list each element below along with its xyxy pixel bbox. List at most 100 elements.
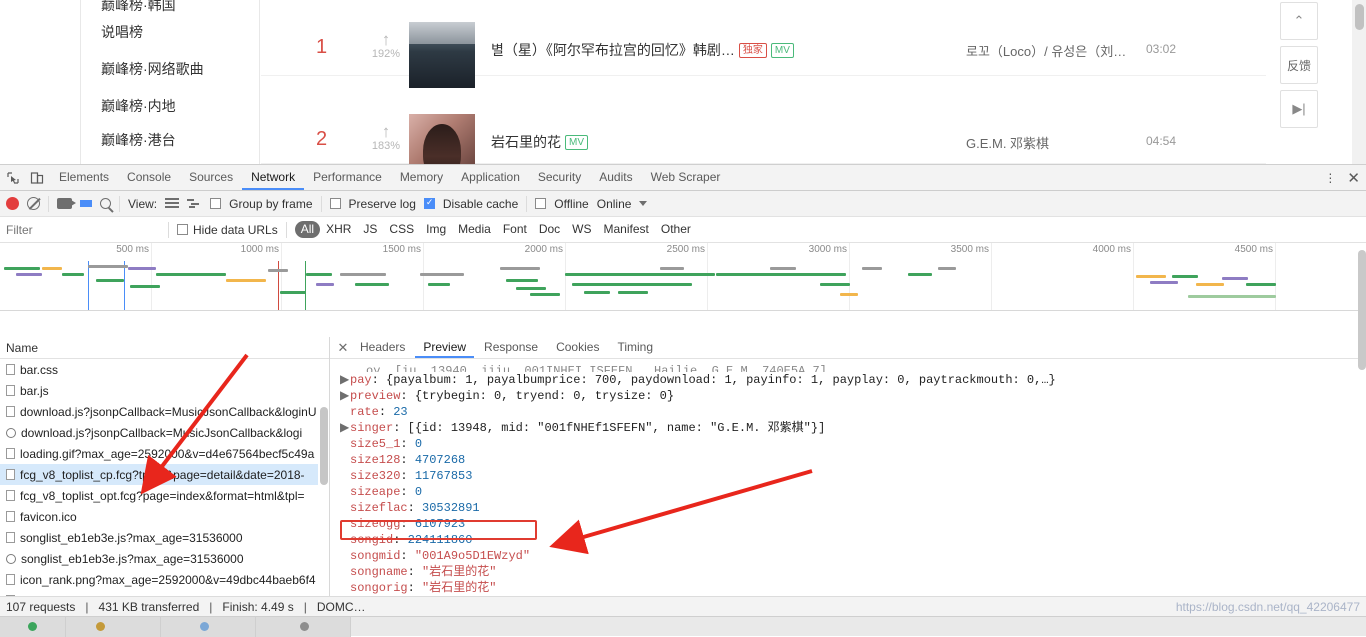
table-row-selected[interactable]: fcg_v8_toplist_cp.fcg?tpl=3&page=detail&…	[0, 464, 329, 485]
type-filter-manifest[interactable]: Manifest	[598, 221, 655, 238]
song-artist[interactable]: 로꼬（Loco）/ 유성은（刘…	[966, 41, 1126, 60]
chevron-down-icon[interactable]	[639, 201, 648, 206]
tab-memory[interactable]: Memory	[391, 165, 452, 190]
clear-icon[interactable]	[27, 197, 40, 210]
sidebar-item-2[interactable]: 巅峰榜·网络歌曲	[81, 51, 259, 88]
disable-cache-checkbox[interactable]	[423, 197, 435, 211]
tab-cookies[interactable]: Cookies	[548, 337, 607, 358]
type-filter-font[interactable]: Font	[497, 221, 533, 238]
page-scrollbar-thumb[interactable]	[1355, 4, 1364, 30]
type-filter-other[interactable]: Other	[655, 221, 697, 238]
hide-data-urls-checkbox[interactable]	[177, 223, 188, 237]
offline-checkbox[interactable]	[535, 197, 547, 211]
page-scrollbar[interactable]	[1352, 0, 1366, 164]
type-filter-media[interactable]: Media	[452, 221, 497, 238]
badge-mv[interactable]: MV	[565, 135, 588, 150]
taskbar-item[interactable]	[66, 617, 161, 637]
chevron-up-icon[interactable]: ⌃	[1280, 2, 1318, 40]
offline-label[interactable]: Offline	[554, 197, 588, 211]
table-row[interactable]: bar.css	[0, 359, 329, 380]
preserve-log-checkbox[interactable]	[329, 197, 341, 211]
song-row[interactable]: 1 ↑ 192% 별（星）《阿尔罕布拉宫的回忆》韩剧… 独家 MV 로꼬（Loco）…	[261, 0, 1266, 88]
song-cover[interactable]	[409, 114, 475, 164]
expand-triangle-icon[interactable]: ▶	[340, 388, 350, 404]
more-options-icon[interactable]: ⋮	[1324, 171, 1337, 185]
table-row[interactable]: favicon.ico	[0, 506, 329, 527]
doc-icon	[6, 385, 15, 396]
tab-preview[interactable]: Preview	[415, 337, 475, 358]
tab-audits[interactable]: Audits	[590, 165, 641, 190]
table-row[interactable]: songlist_eb1eb3e.js?max_age=31536000	[0, 548, 329, 569]
json-line[interactable]: ▶preview: {trybegin: 0, tryend: 0, trysi…	[340, 388, 1366, 404]
type-filter-doc[interactable]: Doc	[533, 221, 566, 238]
song-title[interactable]: 별（星）《阿尔罕布拉宫的回忆》韩剧… 独家 MV	[491, 40, 794, 60]
preserve-log-label[interactable]: Preserve log	[349, 197, 416, 211]
tab-performance[interactable]: Performance	[304, 165, 391, 190]
network-overview[interactable]: 500 ms 1000 ms 1500 ms 2000 ms 2500 ms 3…	[0, 243, 1366, 311]
json-line[interactable]: ▶pay: {payalbum: 1, payalbumprice: 700, …	[340, 372, 1366, 388]
tab-console[interactable]: Console	[118, 165, 180, 190]
waterfall-view-icon[interactable]	[187, 198, 202, 209]
table-row[interactable]: download.js?jsonpCallback=MusicJsonCallb…	[0, 401, 329, 422]
type-filter-css[interactable]: CSS	[383, 221, 420, 238]
tab-application[interactable]: Application	[452, 165, 529, 190]
tab-elements[interactable]: Elements	[50, 165, 118, 190]
song-artist[interactable]: G.E.M. 邓紫棋	[966, 133, 1049, 152]
badge-mv[interactable]: MV	[770, 43, 794, 58]
type-filter-js[interactable]: JS	[357, 221, 383, 238]
sidebar-item-3[interactable]: 巅峰榜·内地	[81, 88, 259, 125]
player-icon[interactable]: ▶|	[1280, 90, 1318, 128]
hide-data-urls-label[interactable]: Hide data URLs	[193, 223, 278, 237]
type-filter-ws[interactable]: WS	[566, 221, 597, 238]
table-row[interactable]: loading.gif?max_age=2592000&v=d4e67564be…	[0, 443, 329, 464]
expand-triangle-icon[interactable]: ▶	[340, 420, 350, 436]
sidebar-item-4[interactable]: 巅峰榜·港台	[81, 125, 259, 147]
filter-icon[interactable]	[80, 200, 92, 207]
type-filter-xhr[interactable]: XHR	[320, 221, 357, 238]
tab-headers[interactable]: Headers	[352, 337, 413, 358]
close-icon[interactable]: ✕	[1347, 169, 1360, 187]
tab-network[interactable]: Network	[242, 165, 305, 190]
song-title[interactable]: 岩石里的花 MV	[491, 132, 588, 152]
taskbar-status-dot	[28, 622, 37, 631]
group-by-frame-label[interactable]: Group by frame	[229, 197, 312, 211]
type-filter-all[interactable]: All	[294, 221, 321, 238]
request-list-scrollbar-thumb[interactable]	[320, 407, 328, 485]
search-icon[interactable]	[100, 198, 111, 209]
tab-security[interactable]: Security	[529, 165, 590, 190]
json-key: pay	[350, 373, 372, 387]
json-line[interactable]: ▶singer: [{id: 13948, mid: "001fNHEf1SFE…	[340, 420, 1366, 436]
type-filter-img[interactable]: Img	[420, 221, 452, 238]
sidebar-item-1[interactable]: 说唱榜	[81, 14, 259, 51]
disable-cache-label[interactable]: Disable cache	[443, 197, 518, 211]
table-row[interactable]: download.js?jsonpCallback=MusicJsonCallb…	[0, 422, 329, 443]
record-button[interactable]	[6, 197, 19, 210]
sidebar-item-0[interactable]: 巅峰榜·韩国	[81, 0, 259, 14]
tab-web-scraper[interactable]: Web Scraper	[642, 165, 730, 190]
table-row[interactable]: icon_rank.png?max_age=2592000&v=49dbc44b…	[0, 569, 329, 590]
preview-json[interactable]: oy. [iu. 13940, iiiu. 001INHEI ISFEFN , …	[330, 359, 1366, 596]
inspect-element-icon[interactable]	[6, 171, 20, 185]
capture-screenshots-icon[interactable]	[57, 198, 76, 209]
song-rank: 1	[316, 36, 328, 58]
overview-bar	[96, 279, 124, 282]
tab-response[interactable]: Response	[476, 337, 546, 358]
table-row[interactable]: bar.js	[0, 380, 329, 401]
tab-sources[interactable]: Sources	[180, 165, 242, 190]
filter-input[interactable]	[0, 217, 160, 242]
song-row[interactable]: 2 ↑ 183% 岩石里的花 MV G.E.M. 邓紫棋 04:54	[261, 76, 1266, 164]
tab-timing[interactable]: Timing	[609, 337, 661, 358]
devtools-right-scrollbar-thumb[interactable]	[1358, 250, 1366, 370]
feedback-button[interactable]: 反馈	[1280, 46, 1318, 84]
json-line: rate: 23	[350, 405, 408, 419]
table-row[interactable]: songlist_eb1eb3e.js?max_age=31536000	[0, 527, 329, 548]
expand-triangle-icon[interactable]: ▶	[340, 372, 350, 388]
request-list-header[interactable]: Name	[0, 337, 329, 359]
device-toolbar-icon[interactable]	[30, 171, 44, 185]
list-view-icon[interactable]	[165, 198, 180, 209]
request-list-scrollbar[interactable]	[318, 359, 329, 596]
table-row[interactable]: fcg_v8_toplist_opt.fcg?page=index&format…	[0, 485, 329, 506]
group-by-frame-checkbox[interactable]	[210, 197, 222, 211]
close-icon[interactable]: ✕	[336, 340, 350, 355]
throttle-select[interactable]: Online	[597, 197, 632, 211]
